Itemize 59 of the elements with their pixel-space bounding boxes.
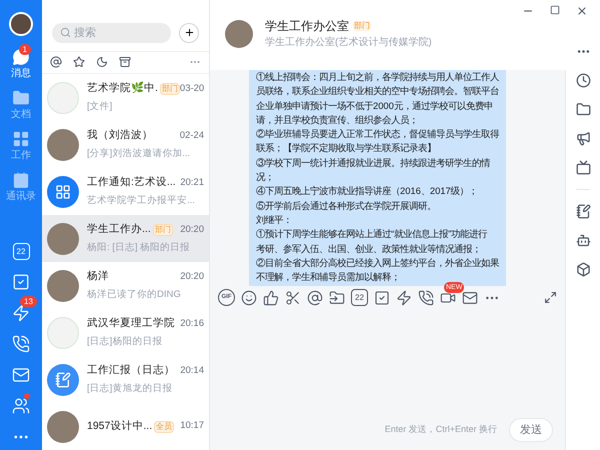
conversation-name: 工作汇报（日志）: [87, 363, 175, 378]
conversation-name: 武汉华夏理工学院: [87, 316, 175, 331]
message-line: 刘继平：: [256, 212, 292, 227]
conversation-preview: 杨阳: [日志] 杨阳的日报: [87, 240, 192, 255]
conversation-item[interactable]: 工作汇报（日志） 20:14 [日志]黄旭龙的日报: [42, 356, 209, 403]
message-line: ①预计下周学生能够在网站上通过“就业信息上报”功能进行: [256, 227, 488, 242]
message-line: ③学校下周一统计并通报就业进展。持续跟进考研学生的情: [256, 156, 490, 170]
conversation-item[interactable]: 艺术学院🌿中. 部门 03-20 [文件]: [42, 74, 209, 121]
conversation-name: 工作通知:艺术设...: [87, 175, 176, 190]
conversation-item[interactable]: 我（刘浩波） 02-24 [分享]刘浩波邀请你加...: [42, 121, 209, 168]
conversation-item[interactable]: 武汉华夏理工学院 20:16 [日志]杨阳的日报: [42, 309, 209, 356]
conversation-name: 1957设计中...: [87, 418, 152, 434]
search-field[interactable]: 搜索: [52, 22, 171, 43]
conversation-name: 我（刘浩波）: [87, 128, 153, 143]
message-line: 请，并且学校负责宣传、组织参会人员；: [256, 112, 418, 127]
conversation-time: 10:17: [180, 419, 204, 434]
tag: 部门: [160, 82, 180, 95]
conversation-preview: [文件]: [87, 100, 114, 114]
unread-badge: 1: [18, 44, 31, 55]
conversation-time: 03-20: [180, 82, 204, 96]
message-line: 联系；【学院不定期收取与学生联系记录表】: [256, 141, 436, 156]
message-line: 况；: [256, 170, 274, 184]
message-line: 企业单独申请预计一场不低于2000元，通过学校可以免费申: [256, 98, 493, 113]
send-button[interactable]: 发送: [509, 418, 553, 442]
calendar-icon[interactable]: 22: [12, 243, 30, 260]
send-hint: Enter 发送，Ctrl+Enter 换行: [384, 423, 497, 436]
conversation-item[interactable]: 工作通知:艺术设... 20:21 艺术学院学工办报平安...: [42, 168, 209, 215]
conversation-name: 学生工作办...: [87, 222, 151, 237]
conversation-item[interactable]: 1957设计中... 全员 10:17: [42, 403, 209, 450]
message-line: 考研、参军入伍、出国、创业、政策性就业等情况通报；: [256, 242, 481, 256]
tag: 全员: [154, 420, 174, 432]
message-line: ④下周五晚上宁波市就业指导讲座（2016、2017级）；: [256, 184, 478, 198]
conversation-preview: [日志]杨阳的日报: [87, 334, 164, 349]
tag: 部门: [353, 21, 371, 31]
conversation-preview: 杨洋已读了你的DING: [87, 288, 182, 302]
message-line: ②目前全省大部分高校已经接入网上签约平台，外省企业如果: [256, 256, 499, 270]
message-line: ①线上招聘会：四月上旬之前，各学院持续与用人单位工作人: [256, 70, 499, 84]
conversation-name: 杨洋: [87, 269, 109, 284]
message-line: ②毕业班辅导员要进入正常工作状态，督促辅导员与学生取得: [256, 127, 499, 142]
tag: 部门: [152, 224, 173, 236]
conversation-preview: [日志]黄旭龙的日报: [87, 382, 174, 396]
conversation-time: 02-24: [180, 128, 204, 143]
conversation-time: 20:14: [180, 364, 204, 378]
conversation-item[interactable]: 学生工作办... 部门 20:20 杨阳: [日志] 杨阳的日报: [42, 215, 209, 262]
conversation-time: 20:20: [180, 222, 204, 237]
conversation-name: 艺术学院🌿中.: [87, 81, 158, 96]
conversation-item[interactable]: 杨洋 20:20 杨洋已读了你的DING: [42, 262, 209, 309]
message-line: 员联络，联系企业组织专业相关的空中专场招聘会。智联平台: [256, 84, 499, 98]
message-line: 不理解，学生和辅导员需加以解释；: [256, 270, 400, 284]
badge: 13: [20, 296, 37, 307]
message-line: ⑤开学前后会通过各种形式在学院开展调研。: [256, 198, 436, 213]
conversation-time: 20:16: [180, 316, 204, 331]
conversation-time: 20:21: [180, 176, 204, 190]
chat-subtitle: 学生工作办公室(艺术设计与传媒学院): [265, 36, 432, 50]
conversation-time: 20:20: [180, 270, 204, 284]
calendar-icon[interactable]: 22: [351, 289, 368, 306]
chat-title: 学生工作办公室: [265, 18, 349, 35]
conversation-preview: 艺术学院学工办报平安...: [87, 194, 196, 208]
conversation-preview: [分享]刘浩波邀请你加...: [87, 146, 192, 161]
